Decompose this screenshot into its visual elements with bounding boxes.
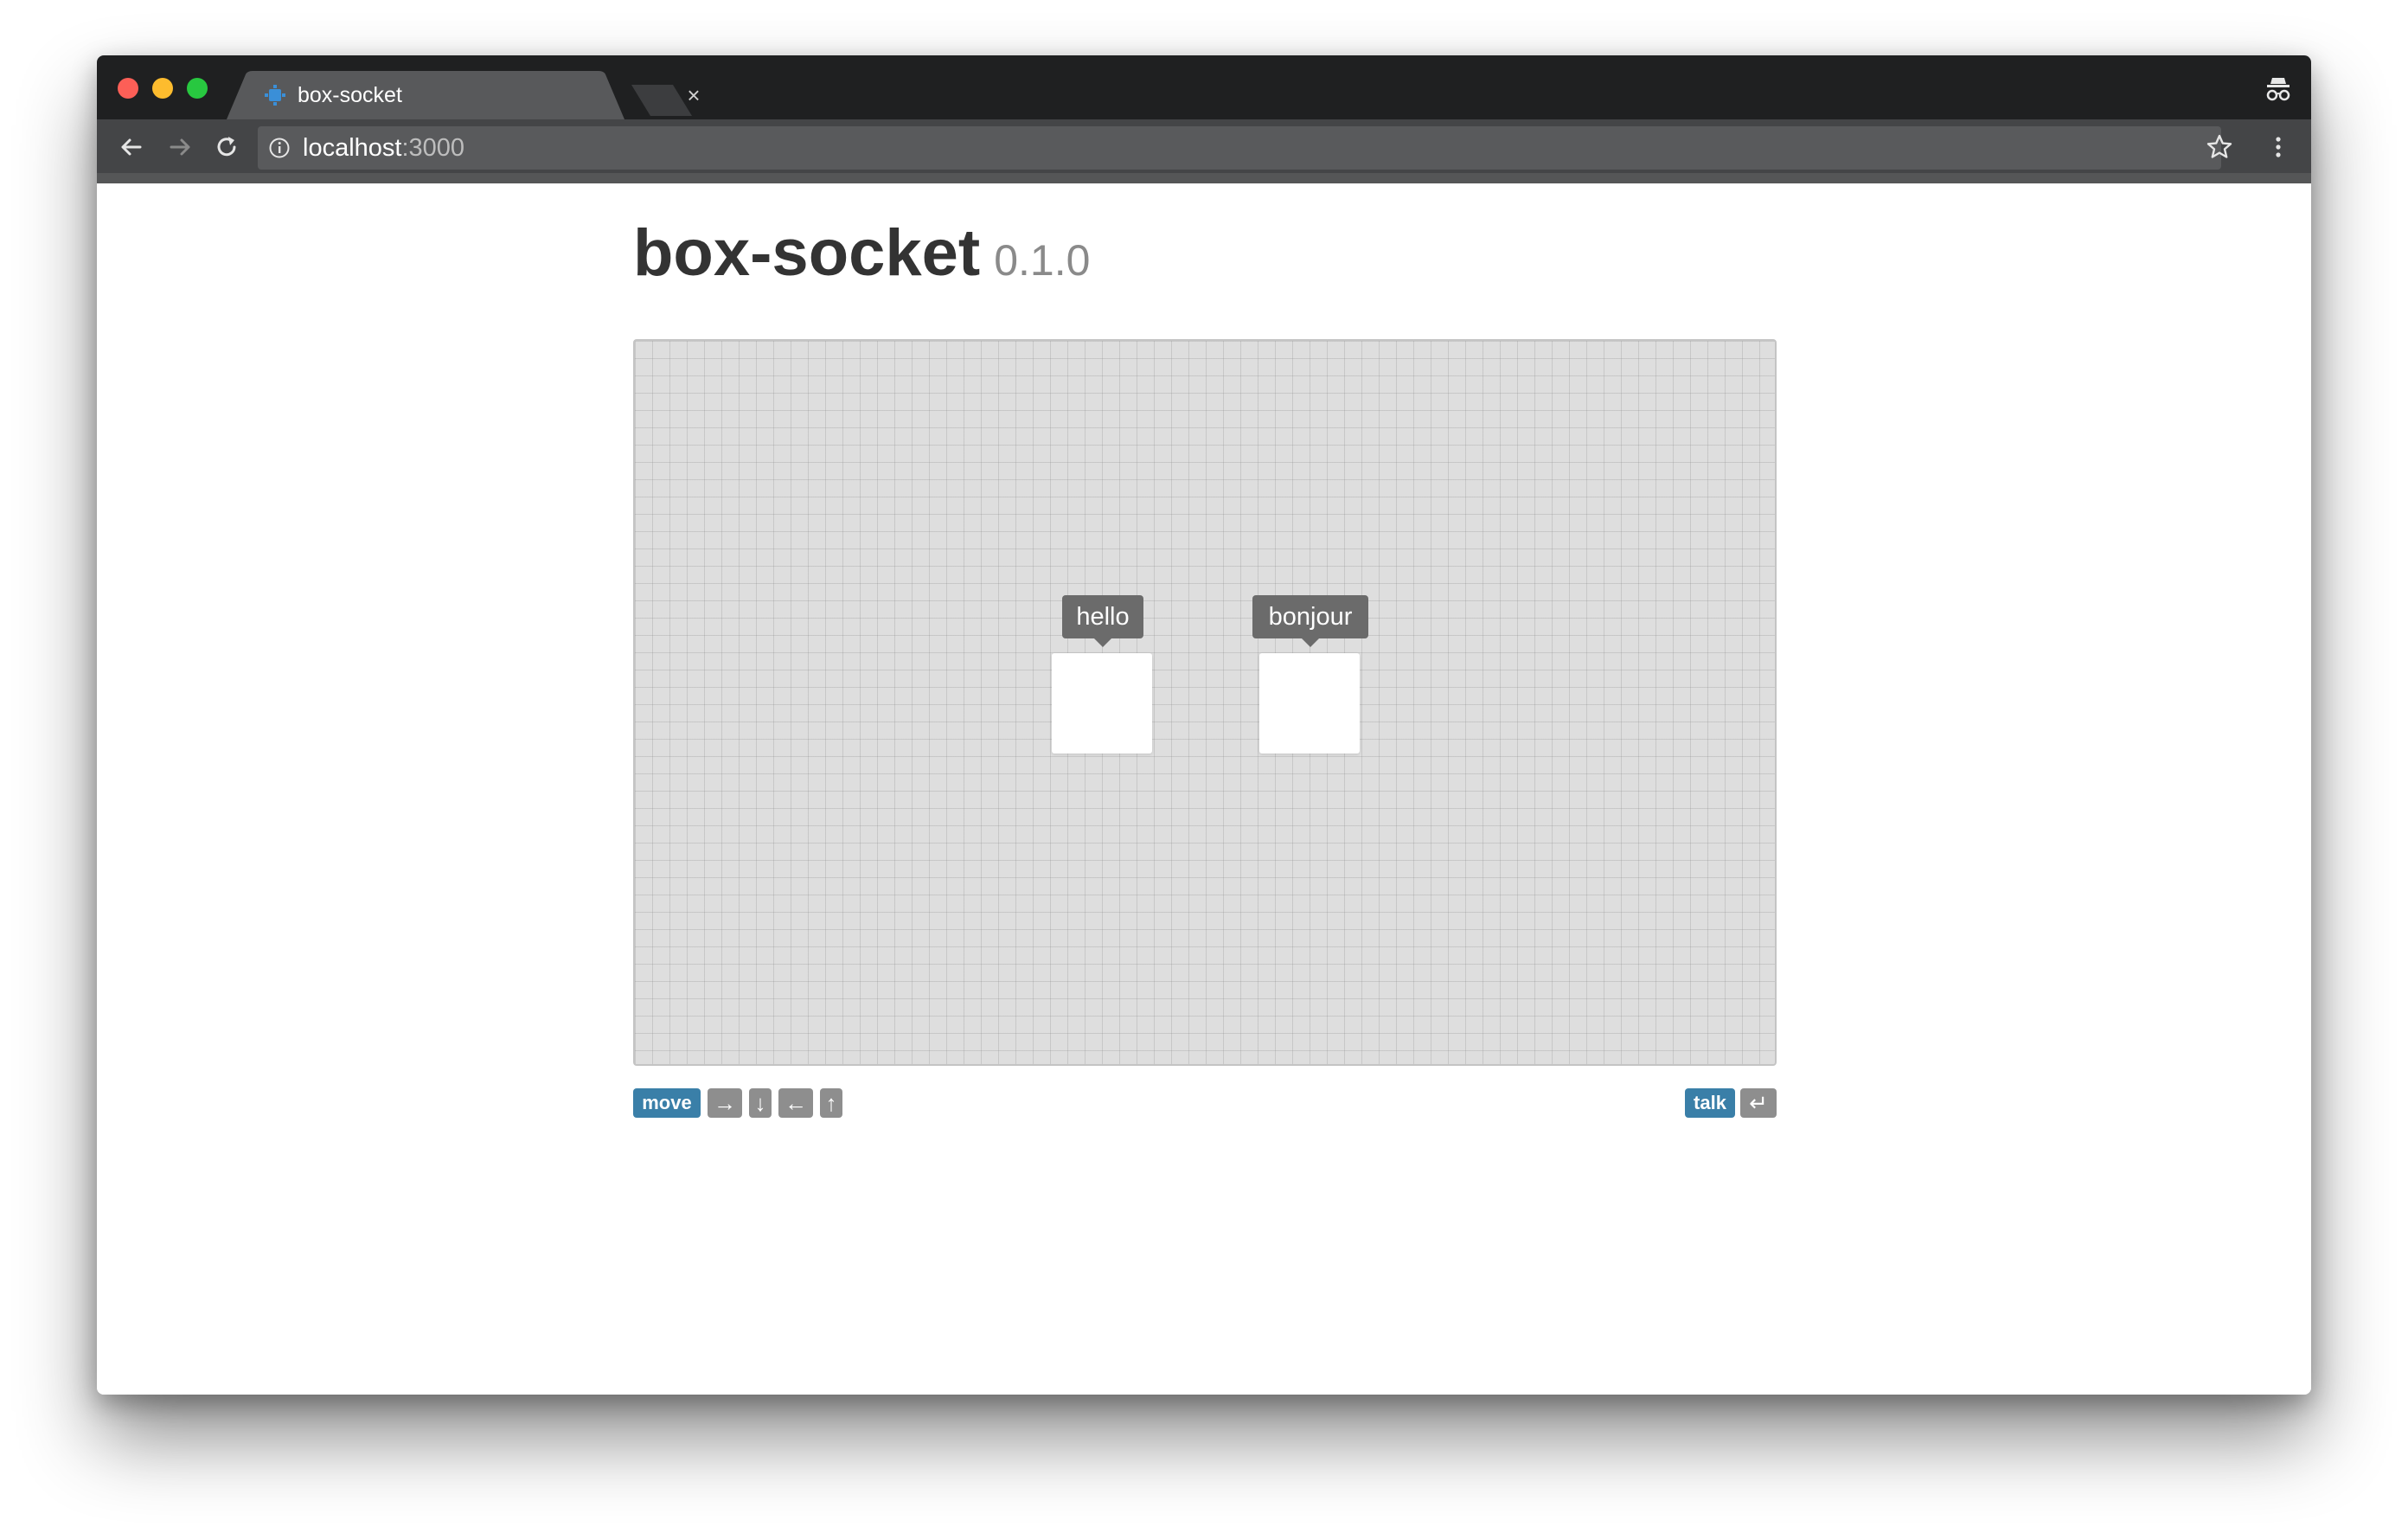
box-socket-favicon-icon <box>265 85 285 106</box>
key-right-arrow[interactable]: → <box>708 1088 742 1118</box>
address-bar[interactable]: localhost:3000 <box>258 126 2221 170</box>
player-box <box>1259 653 1360 754</box>
key-enter[interactable]: ↵ <box>1740 1088 1777 1118</box>
incognito-icon <box>2266 78 2290 101</box>
zoom-window-button[interactable] <box>187 78 208 99</box>
browser-window: box-socket × localhost:3000 box-socket 0… <box>97 55 2311 1395</box>
app-version: 0.1.0 <box>994 236 1091 285</box>
tab-title: box-socket <box>298 83 402 107</box>
talk-label: talk <box>1685 1088 1735 1118</box>
url-port: :3000 <box>401 134 465 162</box>
game-board[interactable]: hello bonjour <box>633 339 1777 1066</box>
app-name: box-socket <box>633 216 981 290</box>
forward-arrow-icon[interactable] <box>164 131 195 163</box>
speech-bubble-pointer <box>1302 638 1319 647</box>
close-window-button[interactable] <box>118 78 138 99</box>
speech-bubble-pointer <box>1094 638 1111 647</box>
back-arrow-icon[interactable] <box>116 131 147 163</box>
url-host: localhost <box>303 134 402 162</box>
star-icon[interactable] <box>2204 131 2235 163</box>
info-icon[interactable] <box>268 137 291 159</box>
key-up-arrow[interactable]: ↑ <box>820 1088 842 1118</box>
minimize-window-button[interactable] <box>152 78 173 99</box>
page-title: box-socket 0.1.0 <box>633 215 1090 311</box>
toolbar-divider <box>97 173 2311 183</box>
key-left-arrow[interactable]: ← <box>778 1088 813 1118</box>
player-box <box>1052 653 1152 754</box>
tab-strip: box-socket × <box>97 55 2311 119</box>
kebab-menu-icon[interactable] <box>2263 131 2294 163</box>
move-label: move <box>633 1088 701 1118</box>
key-down-arrow[interactable]: ↓ <box>749 1088 772 1118</box>
speech-bubble: hello <box>1062 595 1143 647</box>
speech-text: bonjour <box>1268 603 1353 631</box>
speech-bubble: bonjour <box>1252 595 1368 647</box>
reload-icon[interactable] <box>211 131 242 163</box>
url-text[interactable]: localhost:3000 <box>303 134 464 162</box>
new-tab-button[interactable] <box>631 85 692 116</box>
controls-bar: move → ↓ ← ↑ talk ↵ <box>633 1088 1777 1123</box>
page-content: box-socket 0.1.0 hello bonjour move → ↓ ←… <box>97 183 2311 1395</box>
tab-box-socket[interactable]: box-socket × <box>227 71 701 119</box>
speech-text: hello <box>1076 603 1130 631</box>
